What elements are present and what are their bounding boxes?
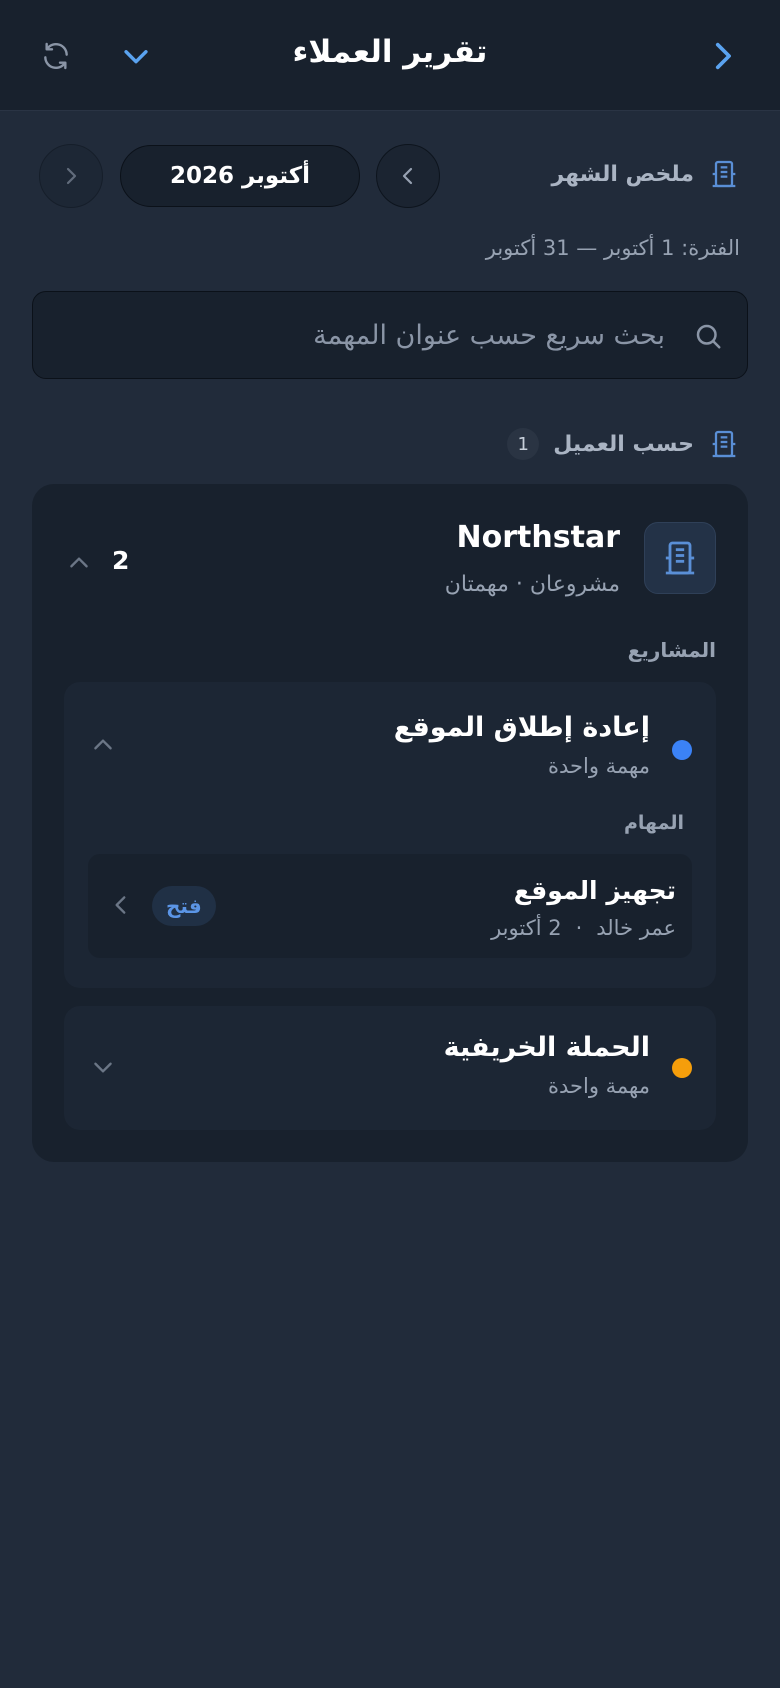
chevron-left-icon [402, 167, 413, 185]
project-title: إعادة إطلاق الموقع [393, 712, 650, 743]
chevron-up-icon [70, 557, 88, 568]
chevron-down-icon [94, 1062, 112, 1073]
chevron-up-icon [94, 739, 112, 750]
task-date: 2 أكتوبر [491, 916, 562, 940]
back-button[interactable] [696, 30, 748, 82]
building-icon [665, 541, 695, 575]
task-title: تجهيز الموقع [513, 876, 676, 905]
client-collapse-toggle[interactable] [66, 550, 92, 576]
task-assignee: عمر خالد [596, 916, 676, 940]
app-header: تقرير العملاء [0, 0, 780, 111]
previous-month-button[interactable] [376, 144, 440, 208]
project-subtitle: مهمة واحدة [548, 1074, 650, 1098]
by-client-label: حسب العميل 1 [507, 428, 740, 460]
projects-label: المشاريع [627, 638, 716, 662]
task-status-badge: فتح [152, 886, 216, 926]
next-month-button[interactable] [39, 144, 103, 208]
building-icon [712, 430, 736, 458]
period-text: الفترة: 1 أكتوبر — 31 أكتوبر [485, 236, 740, 260]
client-name: Northstar [456, 520, 620, 555]
client-card[interactable]: Northstar مشروعان · مهمتان 2 المشاريع إع… [32, 484, 748, 1162]
project-card[interactable]: الحملة الخريفية مهمة واحدة [64, 1006, 716, 1130]
chevron-left-icon [115, 896, 126, 914]
by-client-text: حسب العميل [553, 431, 694, 457]
task-meta: عمر خالد · 2 أكتوبر [491, 916, 676, 940]
task-open-chevron[interactable] [108, 892, 134, 918]
page-title: تقرير العملاء [292, 34, 488, 70]
client-avatar [644, 522, 716, 594]
month-summary-text: ملخص الشهر [551, 161, 694, 187]
project-card[interactable]: إعادة إطلاق الموقع مهمة واحدة المهام تجه… [64, 682, 716, 988]
client-task-count: 2 [112, 546, 130, 575]
task-row[interactable]: تجهيز الموقع عمر خالد · 2 أكتوبر فتح [88, 854, 692, 958]
project-title: الحملة الخريفية [443, 1032, 650, 1063]
client-count-badge: 1 [507, 428, 540, 460]
month-summary-label: ملخص الشهر [551, 158, 740, 190]
building-icon [712, 160, 736, 188]
search-input[interactable] [53, 292, 667, 378]
client-meta: مشروعان · مهمتان [444, 572, 620, 597]
project-subtitle: مهمة واحدة [548, 754, 650, 778]
project-expand-toggle[interactable] [90, 1054, 116, 1080]
chevron-right-icon [715, 42, 731, 70]
project-color-dot [672, 740, 692, 760]
task-meta-separator: · [575, 916, 583, 940]
project-color-dot [672, 1058, 692, 1078]
current-month-pill[interactable]: أكتوبر 2026 [120, 145, 360, 207]
tasks-label: المهام [624, 812, 684, 834]
search-icon [696, 324, 721, 349]
chevron-right-icon [66, 167, 77, 185]
project-collapse-toggle[interactable] [90, 732, 116, 758]
search-box [32, 291, 748, 379]
